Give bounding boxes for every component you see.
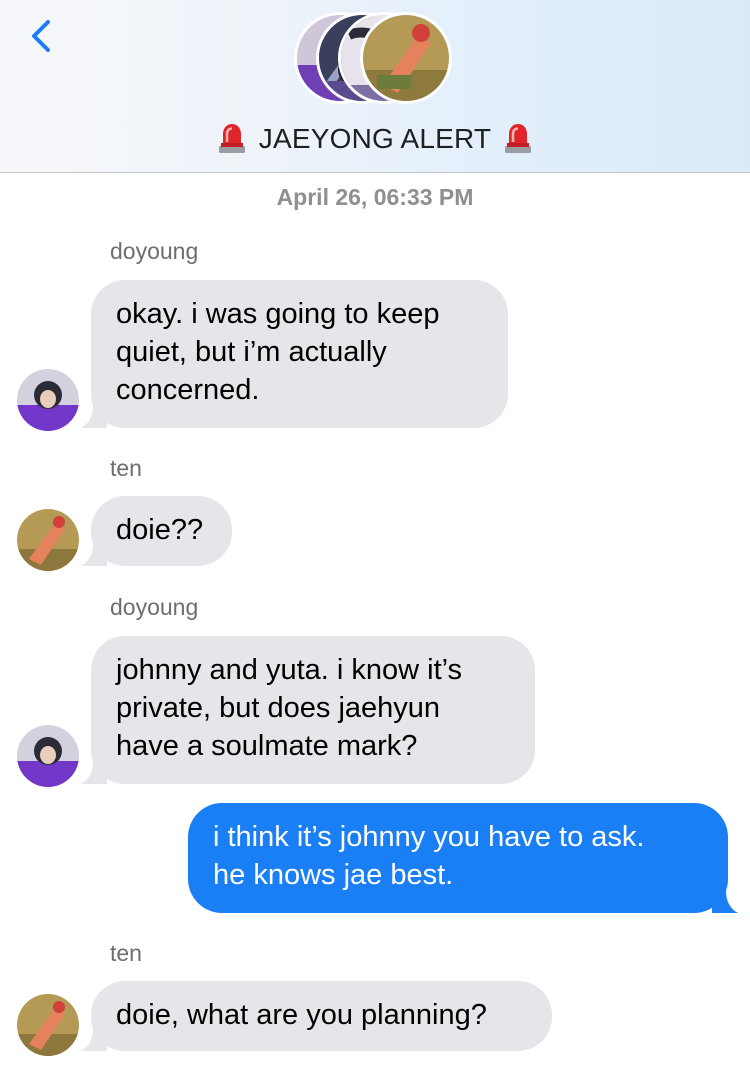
bubble-tail [81, 406, 107, 428]
message-line: i think it’s johnny you have to ask. [213, 821, 645, 853]
message-bubble-outgoing[interactable]: i think it’s johnny you have to ask. he … [188, 803, 738, 913]
back-button[interactable] [22, 10, 62, 60]
bubble-tail [81, 762, 107, 784]
message-bubble-incoming[interactable]: okay. i was going to keep quiet, but i’m… [81, 280, 508, 428]
message-line: doie?? [116, 514, 204, 546]
sender-name: ten [110, 940, 142, 966]
message-line: johnny and yuta. i know it’s [116, 654, 463, 686]
bubble-tail [81, 1029, 107, 1051]
message-line: okay. i was going to keep [116, 298, 440, 330]
message-bubble-incoming[interactable]: doie, what are you planning? [81, 981, 552, 1051]
avatar[interactable] [17, 994, 79, 1056]
sender-name: doyoung [110, 594, 199, 620]
message-bubble-incoming[interactable]: doie?? [81, 496, 232, 566]
message-line: concerned. [116, 374, 260, 406]
message-line: he knows jae best. [213, 859, 454, 891]
avatar[interactable] [17, 509, 79, 571]
avatar[interactable] [17, 369, 79, 431]
avatar[interactable] [17, 725, 79, 787]
message-line: have a soulmate mark? [116, 730, 418, 762]
police-siren-icon [218, 124, 245, 153]
message-bubble-incoming[interactable]: johnny and yuta. i know it’s private, bu… [81, 636, 535, 784]
message-line: doie, what are you planning? [116, 999, 487, 1031]
chevron-left-icon [32, 20, 50, 52]
bubble-tail [712, 891, 738, 913]
conversation-header: JAEYONG ALERT [0, 0, 750, 173]
sender-name: ten [110, 455, 142, 481]
group-title-text: JAEYONG ALERT [258, 123, 492, 154]
sender-name: doyoung [110, 238, 199, 264]
conversation-timestamp: April 26, 06:33 PM [276, 184, 474, 210]
group-title[interactable]: JAEYONG ALERT [0, 120, 750, 155]
message-line: quiet, but i’m actually [116, 336, 387, 368]
message-line: private, but does jaehyun [116, 692, 441, 724]
bubble-tail [81, 544, 107, 566]
police-siren-icon [505, 124, 532, 153]
group-member-avatar [360, 12, 452, 104]
group-avatar-stack[interactable] [294, 8, 460, 110]
